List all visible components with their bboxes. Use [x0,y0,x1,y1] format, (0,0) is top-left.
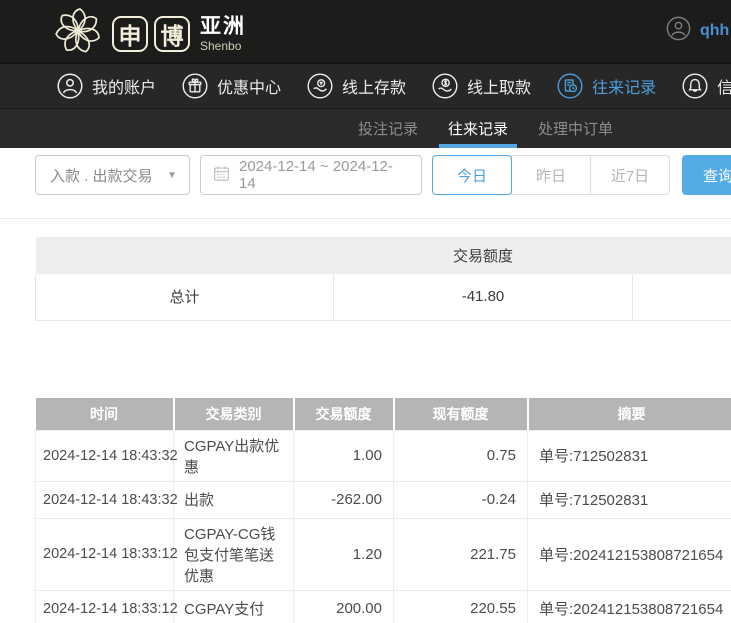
summary-empty-cell [633,274,731,320]
cell-time: 2024-12-14 18:43:32 [36,481,174,518]
cell-type: CGPAY出款优惠 [174,430,294,481]
summary-header-spacer [36,237,334,274]
summary-total-row: 总计 -41.80 [36,274,731,320]
today-button[interactable]: 今日 [432,155,512,195]
summary-total-label: 总计 [36,274,334,320]
nav-item-deposit[interactable]: 线上存款 [307,73,406,99]
nav-item-my-account[interactable]: 我的账户 [57,73,156,99]
tab-label: 往来记录 [448,118,508,139]
tab-pending-orders[interactable]: 处理中订单 [538,109,613,148]
table-row: 2024-12-14 18:33:12 CGPAY-CG钱包支付笔笔送优惠 1.… [36,518,731,590]
date-range-value: 2024-12-14 ~ 2024-12-14 [239,158,409,192]
transactions-body: 2024-12-14 18:43:32 CGPAY出款优惠 1.00 0.75 … [36,430,731,623]
tab-label: 投注记录 [358,118,418,139]
cell-balance: -0.24 [394,481,528,518]
cell-type: 出款 [174,481,294,518]
nav-item-promotions[interactable]: 优惠中心 [182,73,281,99]
cell-time: 2024-12-14 18:33:12 [36,518,174,590]
col-amount: 交易额度 [294,398,394,430]
cell-summary: 单号:202412153808721654 [528,518,731,590]
nav-item-label: 往来记录 [592,74,656,98]
gift-icon [182,73,208,99]
transaction-type-value: 入款 . 出款交易 [50,165,167,186]
account-person-icon [57,73,83,99]
button-label: 查询 [703,165,731,186]
logo-char-bo: 博 [154,16,190,52]
date-range-input[interactable]: 2024-12-14 ~ 2024-12-14 [200,155,422,195]
cell-time: 2024-12-14 18:33:12 [36,590,174,623]
cell-type: CGPAY支付 [174,590,294,623]
search-button[interactable]: 查询 [682,155,731,195]
bell-icon [682,73,708,99]
nav-item-label: 我的账户 [92,74,156,98]
cell-amount: 1.00 [294,430,394,481]
nav-item-label: 优惠中心 [217,74,281,98]
col-type: 交易类别 [174,398,294,430]
cell-amount: -262.00 [294,481,394,518]
username-text[interactable]: qhh [700,22,729,40]
cell-balance: 220.55 [394,590,528,623]
nav-item-label: 信 [717,74,731,98]
deposit-hand-coin-icon [307,73,333,99]
nav-item-label: 线上存款 [342,74,406,98]
tab-betting-records[interactable]: 投注记录 [358,109,418,148]
cell-summary: 单号:202412153808721654 [528,590,731,623]
table-row: 2024-12-14 18:43:32 CGPAY出款优惠 1.00 0.75 … [36,430,731,481]
nav-item-withdraw[interactable]: 线上取款 [432,73,531,99]
user-area[interactable]: qhh [666,16,729,46]
quick-date-button-group: 今日 昨日 近7日 [432,155,670,195]
calendar-icon [213,165,230,186]
nav-item-messages[interactable]: 信 [682,73,731,99]
site-logo[interactable]: 申 博 亚洲 Shenbo [52,5,246,62]
active-tab-underline [439,144,517,148]
section-divider [0,218,731,219]
summary-table: 交易额度 总计 -41.80 [35,237,731,321]
table-row: 2024-12-14 18:33:12 CGPAY支付 200.00 220.5… [36,590,731,623]
chevron-down-icon: ▼ [167,170,177,181]
cell-amount: 1.20 [294,518,394,590]
tab-label: 处理中订单 [538,118,613,139]
button-label: 昨日 [536,165,566,186]
summary-header-spacer [633,237,731,274]
table-row: 2024-12-14 18:43:32 出款 -262.00 -0.24 单号:… [36,481,731,518]
col-time: 时间 [36,398,174,430]
button-label: 近7日 [611,165,649,186]
cell-summary: 单号:712502831 [528,430,731,481]
yesterday-button[interactable]: 昨日 [511,155,591,195]
nav-item-transaction-records[interactable]: 往来记录 [557,73,656,99]
main-nav: 我的账户 优惠中心 线上存款 [0,62,731,108]
summary-total-value: -41.80 [334,274,633,320]
cell-time: 2024-12-14 18:43:32 [36,430,174,481]
withdraw-hand-coin-icon [432,73,458,99]
summary-header-amount: 交易额度 [334,237,633,274]
logo-region-text: 亚洲 [200,16,246,37]
summary-header-row: 交易额度 [36,237,731,274]
transaction-type-select[interactable]: 入款 . 出款交易 ▼ [35,155,190,195]
user-avatar-icon [666,16,691,46]
cell-amount: 200.00 [294,590,394,623]
cell-balance: 221.75 [394,518,528,590]
transactions-table: 时间 交易类别 交易额度 现有额度 摘要 2024-12-14 18:43:32… [35,398,731,623]
cell-type: CGPAY-CG钱包支付笔笔送优惠 [174,518,294,590]
button-label: 今日 [457,165,487,186]
app-header: 申 博 亚洲 Shenbo qhh [0,0,731,62]
cell-balance: 0.75 [394,430,528,481]
logo-brand-text: Shenbo [200,40,246,52]
last-7-days-button[interactable]: 近7日 [590,155,670,195]
nav-item-label: 线上取款 [467,74,531,98]
records-clipboard-clock-icon [557,73,583,99]
col-summary: 摘要 [528,398,731,430]
sub-nav: 投注记录 往来记录 处理中订单 [0,108,731,148]
tab-transaction-records[interactable]: 往来记录 [448,109,508,148]
col-balance: 现有额度 [394,398,528,430]
logo-char-shen: 申 [112,16,148,52]
flower-logo-icon [52,5,104,62]
cell-summary: 单号:712502831 [528,481,731,518]
transactions-header-row: 时间 交易类别 交易额度 现有额度 摘要 [36,398,731,430]
